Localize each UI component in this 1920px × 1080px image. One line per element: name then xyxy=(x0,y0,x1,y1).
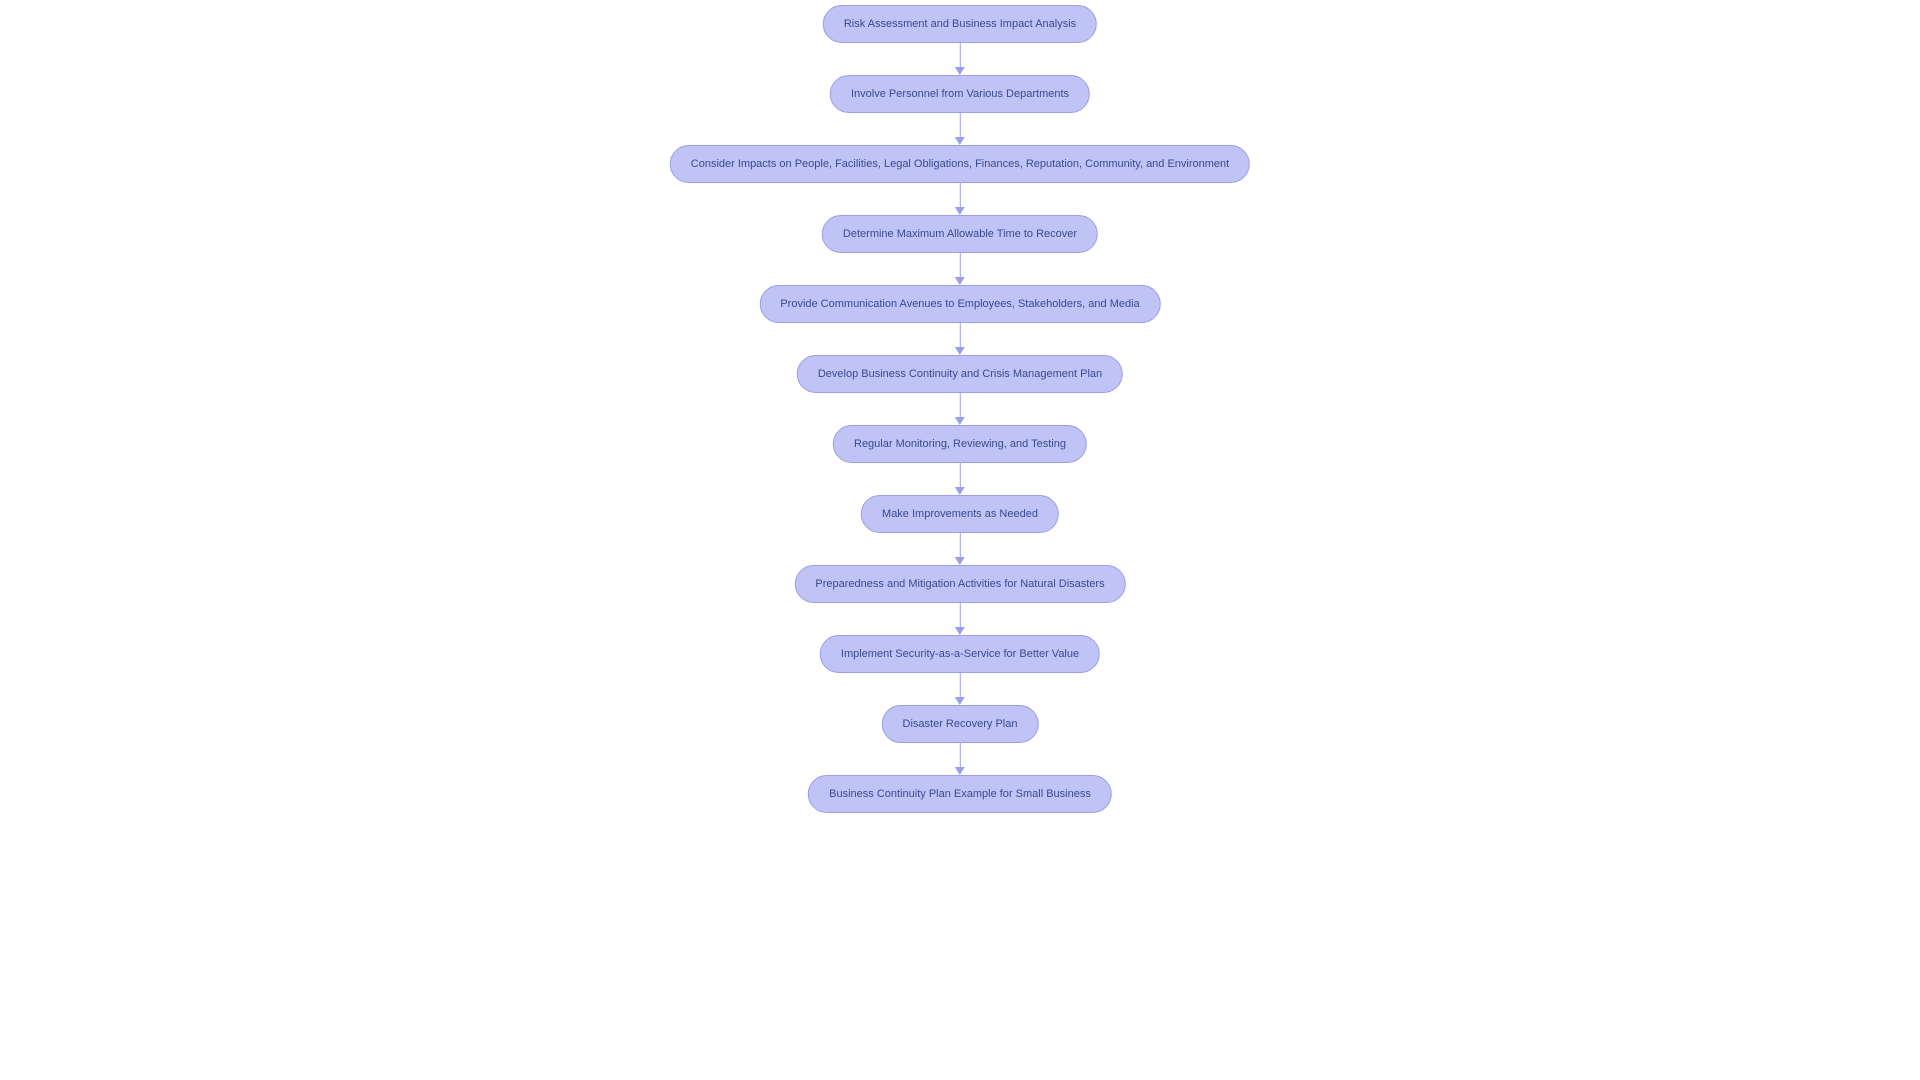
flow-node: Involve Personnel from Various Departmen… xyxy=(830,75,1090,113)
arrow-down-icon xyxy=(955,743,965,775)
arrow-down-icon xyxy=(955,673,965,705)
flow-node: Disaster Recovery Plan xyxy=(882,705,1039,743)
arrow-down-icon xyxy=(955,253,965,285)
flow-node: Regular Monitoring, Reviewing, and Testi… xyxy=(833,425,1087,463)
arrow-down-icon xyxy=(955,43,965,75)
flow-node: Risk Assessment and Business Impact Anal… xyxy=(823,5,1097,43)
arrow-down-icon xyxy=(955,183,965,215)
arrow-down-icon xyxy=(955,603,965,635)
flow-node: Implement Security-as-a-Service for Bett… xyxy=(820,635,1100,673)
arrow-down-icon xyxy=(955,323,965,355)
flow-node: Determine Maximum Allowable Time to Reco… xyxy=(822,215,1098,253)
arrow-down-icon xyxy=(955,113,965,145)
arrow-down-icon xyxy=(955,533,965,565)
flow-node: Provide Communication Avenues to Employe… xyxy=(759,285,1160,323)
flow-node: Business Continuity Plan Example for Sma… xyxy=(808,775,1112,813)
flow-node: Preparedness and Mitigation Activities f… xyxy=(794,565,1125,603)
arrow-down-icon xyxy=(955,463,965,495)
flow-node: Develop Business Continuity and Crisis M… xyxy=(797,355,1123,393)
arrow-down-icon xyxy=(955,393,965,425)
flow-node: Make Improvements as Needed xyxy=(861,495,1059,533)
flowchart-container: Risk Assessment and Business Impact Anal… xyxy=(670,5,1250,813)
flow-node: Consider Impacts on People, Facilities, … xyxy=(670,145,1250,183)
